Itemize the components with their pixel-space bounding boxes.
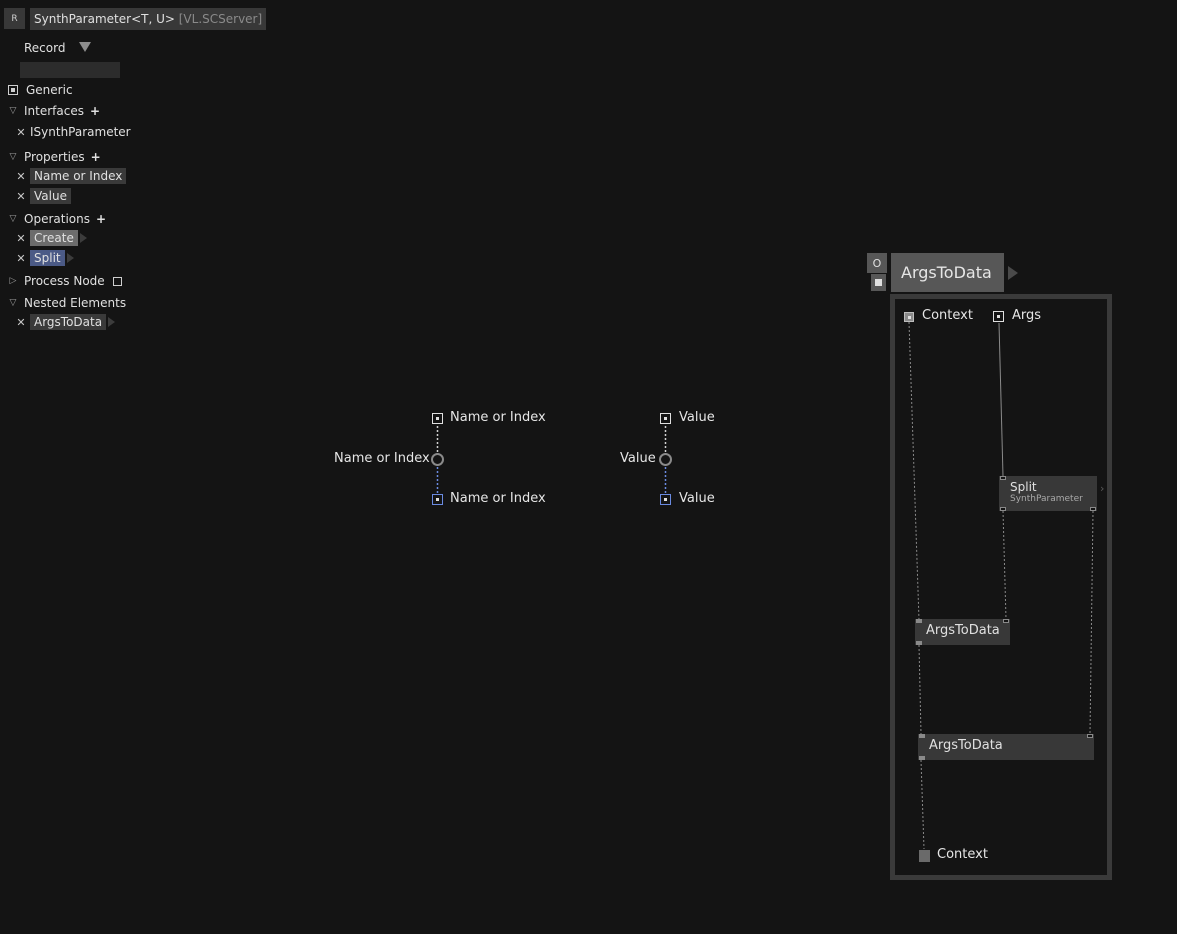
region-frame[interactable] [890,294,1112,880]
property-pad[interactable] [431,453,444,466]
node-pin[interactable] [1000,476,1006,480]
argstodata-node[interactable]: ArgsToData [918,734,1094,760]
o-button[interactable]: O [867,253,887,273]
split-node-name: Split [1010,480,1037,494]
node-arrow-icon: › [1100,482,1105,495]
region-square-button[interactable] [871,274,886,291]
node-pin[interactable] [1090,507,1096,511]
output-pin[interactable] [432,494,443,505]
input-pin-label: Name or Index [450,410,546,425]
node-pin[interactable] [916,641,922,645]
node-pin[interactable] [919,756,925,760]
input-pin-label: Context [922,308,973,323]
property-pad[interactable] [659,453,672,466]
input-pin-label: Args [1012,308,1042,323]
node-pin[interactable] [919,734,925,738]
input-pin[interactable] [432,413,443,424]
input-pin[interactable] [993,311,1004,322]
pad-label: Name or Index [334,451,430,466]
node-pin[interactable] [1003,619,1009,623]
input-pin[interactable] [660,413,671,424]
split-node-category: SynthParameter [1010,494,1083,504]
node-pin[interactable] [916,619,922,623]
pad-label: Value [620,451,656,466]
output-pin-label: Context [937,847,988,862]
node-pin[interactable] [1000,507,1006,511]
output-pin-label: Value [679,491,715,506]
input-pin[interactable] [904,312,914,322]
input-pin-label: Value [679,410,715,425]
split-node[interactable]: Split SynthParameter [999,476,1097,511]
region-arrow-icon[interactable] [1008,266,1018,280]
argstodata-node[interactable]: ArgsToData [915,619,1010,645]
node-pin[interactable] [1087,734,1093,738]
region-title[interactable]: ArgsToData [891,253,1004,292]
output-pin-label: Name or Index [450,491,546,506]
output-pin[interactable] [660,494,671,505]
output-pin[interactable] [919,850,930,862]
